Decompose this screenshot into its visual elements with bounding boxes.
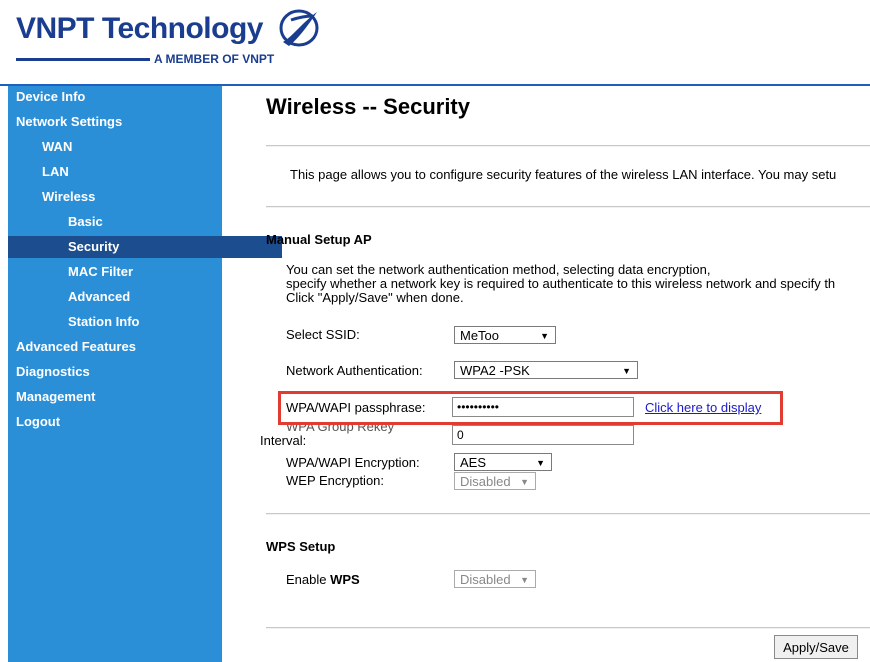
enable-wps-label-bold: WPS xyxy=(330,572,360,587)
sidebar-item-advanced-features[interactable]: Advanced Features xyxy=(8,336,230,358)
encryption-select-value: AES xyxy=(460,455,487,470)
sidebar-item-lan[interactable]: LAN xyxy=(8,161,256,183)
network-auth-select[interactable]: WPA2 -PSK ▼ xyxy=(454,361,638,379)
rekey-label-line2: Interval: xyxy=(260,433,307,448)
vnpt-logo-icon xyxy=(279,9,319,47)
dropdown-arrow-icon: ▼ xyxy=(520,477,529,487)
wps-setup-heading: WPS Setup xyxy=(266,539,336,554)
encryption-label: WPA/WAPI Encryption: xyxy=(286,455,420,470)
dropdown-arrow-icon: ▼ xyxy=(540,331,549,341)
dropdown-arrow-icon: ▼ xyxy=(520,575,529,585)
divider-bottom xyxy=(266,627,870,629)
ssid-label: Select SSID: xyxy=(286,327,360,342)
dropdown-arrow-icon: ▼ xyxy=(536,458,545,468)
dropdown-arrow-icon: ▼ xyxy=(622,366,631,376)
divider-description xyxy=(266,206,870,208)
sidebar-item-wan[interactable]: WAN xyxy=(8,136,256,158)
brand-underline xyxy=(16,58,150,61)
wep-encryption-select-value: Disabled xyxy=(460,474,511,489)
divider-wps xyxy=(266,513,870,515)
network-auth-label: Network Authentication: xyxy=(286,363,423,378)
enable-wps-label: Enable WPS xyxy=(286,572,360,587)
ssid-select-value: MeToo xyxy=(460,328,500,343)
rekey-interval-value: 0 xyxy=(457,428,464,442)
network-auth-select-value: WPA2 -PSK xyxy=(460,363,530,378)
sidebar-item-logout[interactable]: Logout xyxy=(8,411,230,433)
sidebar-item-device-info[interactable]: Device Info xyxy=(8,86,230,108)
instruction-line-2: specify whether a network key is require… xyxy=(286,276,836,291)
apply-save-button[interactable]: Apply/Save xyxy=(774,635,858,659)
sidebar-item-management[interactable]: Management xyxy=(8,386,230,408)
instruction-line-1: You can set the network authentication m… xyxy=(286,262,711,277)
brand-name: VNPT Technology xyxy=(16,12,263,45)
rekey-interval-input[interactable]: 0 xyxy=(452,425,634,445)
enable-wps-select-value: Disabled xyxy=(460,572,511,587)
passphrase-highlight-box xyxy=(278,391,783,425)
wep-encryption-label: WEP Encryption: xyxy=(286,473,385,488)
brand-tagline: A MEMBER OF VNPT xyxy=(154,52,275,66)
manual-setup-heading: Manual Setup AP xyxy=(266,232,372,247)
enable-wps-select[interactable]: Disabled ▼ xyxy=(454,570,536,588)
sidebar-item-diagnostics[interactable]: Diagnostics xyxy=(8,361,230,383)
ssid-select[interactable]: MeToo ▼ xyxy=(454,326,556,344)
page-description: This page allows you to configure securi… xyxy=(290,167,837,182)
sidebar-item-wireless[interactable]: Wireless xyxy=(8,186,256,208)
manual-setup-instructions: You can set the network authentication m… xyxy=(286,263,835,305)
sidebar-item-network-settings[interactable]: Network Settings xyxy=(8,111,230,133)
page-header: VNPT Technology A MEMBER OF VNPT xyxy=(0,0,870,86)
main-content: Wireless -- Security This page allows yo… xyxy=(222,86,870,662)
encryption-select[interactable]: AES ▼ xyxy=(454,453,552,471)
divider-top xyxy=(266,145,870,147)
page-title: Wireless -- Security xyxy=(266,94,470,119)
instruction-line-3: Click "Apply/Save" when done. xyxy=(286,290,464,305)
sidebar-nav: Device Info Network Settings WAN LAN Wir… xyxy=(8,86,282,662)
enable-wps-label-prefix: Enable xyxy=(286,572,331,587)
wep-encryption-select[interactable]: Disabled ▼ xyxy=(454,472,536,490)
